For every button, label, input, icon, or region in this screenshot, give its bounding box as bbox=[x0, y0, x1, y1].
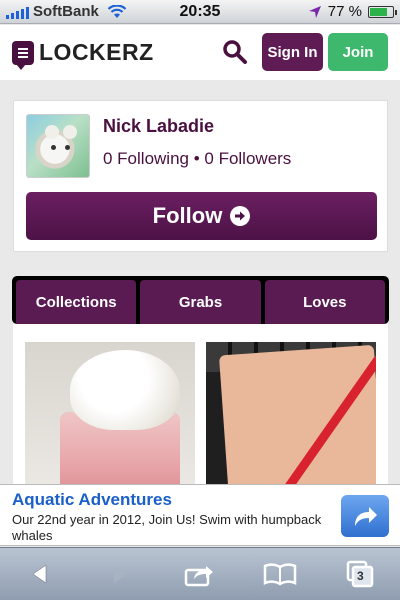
forward-button[interactable] bbox=[100, 556, 140, 592]
share-arrow-icon bbox=[355, 507, 377, 526]
share-button[interactable] bbox=[180, 556, 220, 592]
lockerz-logo[interactable]: LOCKERZ bbox=[12, 39, 154, 70]
browser-toolbar: 3 bbox=[0, 547, 400, 600]
logo-text: LOCKERZ bbox=[39, 39, 154, 65]
follow-button[interactable]: Follow bbox=[26, 192, 377, 240]
battery-percent: 77 % bbox=[327, 3, 362, 20]
search-icon[interactable] bbox=[222, 39, 248, 65]
location-arrow-icon bbox=[308, 5, 321, 18]
grid-item-notebook-pen-photo[interactable] bbox=[206, 342, 376, 486]
ad-open-button[interactable] bbox=[341, 495, 389, 537]
back-arrow-icon bbox=[32, 564, 47, 584]
tab-loves[interactable]: Loves bbox=[264, 280, 385, 324]
profile-name[interactable]: Nick Labadie bbox=[103, 116, 214, 137]
tab-collections[interactable]: Collections bbox=[16, 280, 137, 324]
battery-icon bbox=[368, 5, 397, 18]
profile-tabs: Collections Grabs Loves bbox=[12, 276, 389, 324]
share-icon bbox=[184, 566, 213, 587]
ad-text: Our 22nd year in 2012, Join Us! Swim wit… bbox=[12, 512, 322, 543]
pages-button[interactable]: 3 bbox=[340, 556, 380, 592]
join-button[interactable]: Join bbox=[328, 33, 388, 71]
status-bar: SoftBank 20:35 77 % bbox=[0, 0, 400, 24]
tab-count: 3 bbox=[357, 569, 364, 583]
ad-banner[interactable]: Aquatic Adventures Our 22nd year in 2012… bbox=[0, 484, 400, 546]
lockerz-logo-icon bbox=[12, 40, 34, 70]
forward-arrow-icon bbox=[114, 565, 127, 583]
grid-item-ice-cream-photo[interactable] bbox=[25, 342, 195, 486]
site-header: LOCKERZ Sign In Join bbox=[0, 25, 400, 80]
ad-title: Aquatic Adventures bbox=[12, 490, 172, 509]
avatar[interactable] bbox=[26, 114, 90, 178]
tab-grabs[interactable]: Grabs bbox=[140, 280, 261, 324]
profile-card: Nick Labadie 0 Following • 0 Followers F… bbox=[13, 100, 388, 252]
sign-in-button[interactable]: Sign In bbox=[262, 33, 323, 71]
follow-stats: 0 Following • 0 Followers bbox=[103, 149, 292, 168]
back-button[interactable] bbox=[20, 556, 60, 592]
arrow-right-icon bbox=[230, 206, 251, 226]
item-grid bbox=[13, 324, 388, 486]
book-icon bbox=[263, 563, 297, 586]
follow-label: Follow bbox=[152, 203, 223, 228]
bookmarks-button[interactable] bbox=[260, 556, 300, 592]
